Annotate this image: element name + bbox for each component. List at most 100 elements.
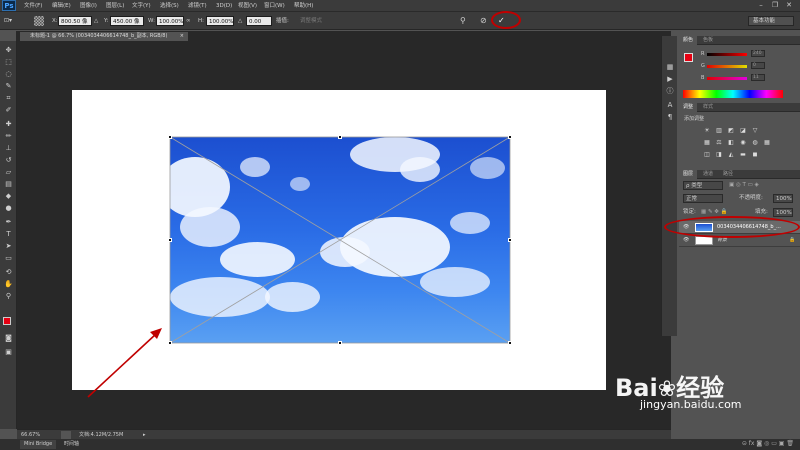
healing-brush-tool-icon[interactable]: ✚ bbox=[3, 119, 14, 129]
channel-r-slider[interactable] bbox=[707, 53, 747, 56]
quick-select-tool-icon[interactable]: ✎ bbox=[3, 81, 14, 91]
color-balance-adjust-icon[interactable]: ⚖ bbox=[715, 139, 723, 146]
hand-tool-icon[interactable]: ✋ bbox=[3, 279, 14, 289]
history-panel-icon[interactable]: ▦ bbox=[665, 62, 675, 72]
transform-handle-br[interactable] bbox=[508, 341, 512, 345]
gradient-tool-icon[interactable]: ▤ bbox=[3, 179, 14, 189]
link-icon[interactable]: ∞ bbox=[186, 16, 191, 26]
mini-bridge-tab[interactable]: Mini Bridge bbox=[20, 440, 57, 449]
selective-color-adjust-icon[interactable]: ◼ bbox=[751, 151, 759, 158]
opacity-input[interactable]: 100% bbox=[773, 194, 793, 203]
bw-adjust-icon[interactable]: ◧ bbox=[727, 139, 735, 146]
foreground-color-swatch[interactable] bbox=[3, 317, 11, 325]
crop-tool-icon[interactable]: ⌗ bbox=[3, 93, 14, 103]
channel-r-value[interactable]: 240 bbox=[751, 50, 765, 57]
type-tool-icon[interactable]: T bbox=[3, 229, 14, 239]
layer-panel-bottom-icons[interactable]: ⊝ fx ◙ ◎ ▭ ▣ 🗑 bbox=[680, 440, 800, 449]
info-panel-icon[interactable]: ⓘ bbox=[665, 86, 675, 96]
eraser-tool-icon[interactable]: ▱ bbox=[3, 167, 14, 177]
pen-tool-icon[interactable]: ✒ bbox=[3, 217, 14, 227]
dodge-tool-icon[interactable]: ● bbox=[3, 203, 14, 213]
workspace-select[interactable]: 基本功能 bbox=[748, 16, 794, 26]
marquee-tool-icon[interactable]: ⬚ bbox=[3, 57, 14, 67]
h-field[interactable]: 100.00% bbox=[206, 16, 234, 26]
menu-file[interactable]: 文件(F) bbox=[24, 0, 42, 12]
photo-filter-adjust-icon[interactable]: ◉ bbox=[739, 139, 747, 146]
document-tab[interactable]: 未标题-1 @ 66.7% (0034034406614748_b_副本, RG… bbox=[20, 32, 188, 41]
menu-view[interactable]: 视图(V) bbox=[238, 0, 257, 12]
tab-styles[interactable]: 样式 bbox=[699, 103, 717, 112]
tab-channels[interactable]: 通道 bbox=[699, 170, 717, 179]
channel-b-value[interactable]: 11 bbox=[751, 74, 765, 81]
tab-layers[interactable]: 图层 bbox=[679, 170, 698, 179]
warp-mode-icon[interactable]: ⚲ bbox=[460, 16, 470, 26]
menu-help[interactable]: 帮助(H) bbox=[294, 0, 313, 12]
channel-b-slider[interactable] bbox=[707, 77, 747, 80]
cancel-transform-icon[interactable]: ⊘ bbox=[480, 16, 490, 26]
actions-panel-icon[interactable]: ▶ bbox=[665, 74, 675, 84]
menu-window[interactable]: 窗口(W) bbox=[264, 0, 285, 12]
layer-filter-icons[interactable]: ▣ ◎ T ▭ ◈ bbox=[729, 181, 759, 190]
menu-3d[interactable]: 3D(D) bbox=[216, 0, 232, 12]
transform-handle-l[interactable] bbox=[168, 238, 172, 242]
menu-layer[interactable]: 图层(L) bbox=[106, 0, 124, 12]
path-select-tool-icon[interactable]: ➤ bbox=[3, 241, 14, 251]
y-field[interactable]: 450.00 像 bbox=[110, 16, 144, 26]
background-visibility-icon[interactable]: 👁 bbox=[683, 234, 689, 247]
tab-color[interactable]: 颜色 bbox=[679, 36, 698, 45]
transform-handle-tr[interactable] bbox=[508, 135, 512, 139]
paragraph-panel-icon[interactable]: ¶ bbox=[665, 112, 675, 122]
x-field[interactable]: 800.50 像 bbox=[58, 16, 92, 26]
transform-handle-bl[interactable] bbox=[168, 341, 172, 345]
sky-image-layer[interactable] bbox=[170, 137, 510, 343]
lasso-tool-icon[interactable]: ◌ bbox=[3, 69, 14, 79]
brightness-adjust-icon[interactable]: ☀ bbox=[703, 127, 711, 134]
invert-adjust-icon[interactable]: ◫ bbox=[703, 151, 711, 158]
eyedropper-tool-icon[interactable]: ✐ bbox=[3, 105, 14, 115]
clone-stamp-tool-icon[interactable]: ⊥ bbox=[3, 143, 14, 153]
w-field[interactable]: 100.00% bbox=[156, 16, 184, 26]
3d-tool-icon[interactable]: ⟲ bbox=[3, 267, 14, 277]
quick-mask-icon[interactable]: ◙ bbox=[3, 333, 14, 343]
zoom-tool-icon[interactable]: ⚲ bbox=[3, 291, 14, 301]
menu-image[interactable]: 图像(I) bbox=[80, 0, 97, 12]
angle-field[interactable]: 0.00 bbox=[246, 16, 272, 26]
menu-edit[interactable]: 编辑(E) bbox=[52, 0, 71, 12]
transform-handle-t[interactable] bbox=[338, 135, 342, 139]
tool-preset-icon[interactable]: ⊡▾ bbox=[4, 16, 20, 26]
brush-tool-icon[interactable]: ✏ bbox=[3, 131, 14, 141]
transform-handle-r[interactable] bbox=[508, 238, 512, 242]
warp-mode-label[interactable]: 调整模式 bbox=[300, 16, 322, 26]
posterize-adjust-icon[interactable]: ◨ bbox=[715, 151, 723, 158]
channel-g-value[interactable]: 0 bbox=[751, 62, 765, 69]
vibrance-adjust-icon[interactable]: ▽ bbox=[751, 127, 759, 134]
timeline-tab[interactable]: 时间轴 bbox=[60, 440, 83, 449]
hue-adjust-icon[interactable]: ▦ bbox=[703, 139, 711, 146]
menu-filter[interactable]: 滤镜(T) bbox=[188, 0, 207, 12]
curves-adjust-icon[interactable]: ◩ bbox=[727, 127, 735, 134]
transform-handle-b[interactable] bbox=[338, 341, 342, 345]
restore-icon[interactable]: ❐ bbox=[770, 1, 780, 10]
color-spectrum-bar[interactable] bbox=[683, 90, 783, 98]
screen-mode-icon[interactable]: ▣ bbox=[3, 347, 14, 357]
tab-adjustments[interactable]: 调整 bbox=[679, 103, 698, 112]
blur-tool-icon[interactable]: ◆ bbox=[3, 191, 14, 201]
threshold-adjust-icon[interactable]: ◭ bbox=[727, 151, 735, 158]
channel-g-slider[interactable] bbox=[707, 65, 747, 68]
shape-tool-icon[interactable]: ▭ bbox=[3, 253, 14, 263]
fill-input[interactable]: 100% bbox=[773, 208, 793, 217]
menu-type[interactable]: 文字(Y) bbox=[132, 0, 151, 12]
history-brush-tool-icon[interactable]: ↺ bbox=[3, 155, 14, 165]
blend-mode-select[interactable]: 正常 bbox=[683, 194, 723, 203]
character-panel-icon[interactable]: A bbox=[665, 100, 675, 110]
reference-point-icon[interactable] bbox=[34, 16, 44, 26]
move-tool-icon[interactable]: ✥ bbox=[3, 45, 14, 55]
color-lookup-adjust-icon[interactable]: ▦ bbox=[763, 139, 771, 146]
tab-paths[interactable]: 路径 bbox=[719, 170, 737, 179]
menu-select[interactable]: 选择(S) bbox=[160, 0, 179, 12]
channel-mixer-adjust-icon[interactable]: ◍ bbox=[751, 139, 759, 146]
minimize-icon[interactable]: – bbox=[756, 1, 766, 10]
color-foreground-swatch[interactable] bbox=[684, 53, 693, 62]
exposure-adjust-icon[interactable]: ◪ bbox=[739, 127, 747, 134]
tab-swatches[interactable]: 色板 bbox=[699, 36, 717, 45]
